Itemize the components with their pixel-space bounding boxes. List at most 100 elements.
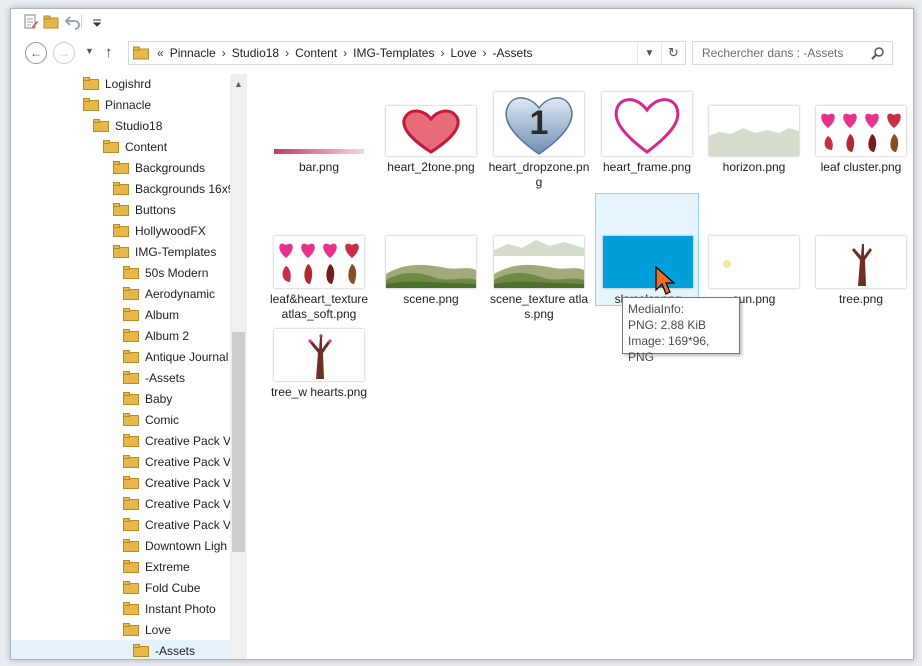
file-item-scene-atlas[interactable]: scene_texture atlas.png: [487, 212, 591, 340]
undo-icon[interactable]: [65, 14, 81, 30]
file-item-leaf-cluster[interactable]: leaf cluster.png: [809, 80, 913, 208]
chevron-right-icon[interactable]: ›: [343, 46, 347, 60]
tree-item[interactable]: Backgrounds 16x9: [113, 178, 234, 199]
tree-item[interactable]: HollywoodFX: [113, 220, 206, 241]
dropzone-number: 1: [530, 104, 549, 142]
folder-icon: [123, 413, 139, 426]
folder-icon: [83, 98, 99, 111]
tree-item[interactable]: Album: [123, 304, 179, 325]
file-item-heart-2tone[interactable]: heart_2tone.png: [379, 80, 483, 208]
file-name: horizon.png: [722, 160, 786, 174]
breadcrumb-item[interactable]: Content: [295, 46, 337, 60]
tree-item[interactable]: Love: [123, 619, 171, 640]
breadcrumb-item[interactable]: Studio18: [232, 46, 279, 60]
forward-button[interactable]: →: [53, 42, 75, 64]
file-thumbnail: [386, 92, 476, 156]
address-history-chevron-down-icon[interactable]: ▼: [637, 42, 661, 64]
nav-pane-scrollbar[interactable]: ▲: [230, 74, 247, 659]
file-name: heart_2tone.png: [387, 160, 475, 174]
refresh-icon[interactable]: ↻: [661, 42, 685, 64]
tree-item[interactable]: Content: [103, 136, 167, 157]
breadcrumb-item[interactable]: Love: [450, 46, 476, 60]
tree-item[interactable]: -Assets: [123, 367, 185, 388]
folder-icon: [123, 371, 139, 384]
tree-item-label: Creative Pack V: [145, 517, 232, 532]
tree-item[interactable]: Antique Journal: [123, 346, 228, 367]
tree-item[interactable]: Studio18: [93, 115, 162, 136]
chevron-right-icon[interactable]: ›: [483, 46, 487, 60]
tree-item[interactable]: Baby: [123, 388, 172, 409]
chevron-right-icon[interactable]: ›: [222, 46, 226, 60]
tree-item-label: Love: [145, 622, 172, 637]
file-name: scene_texture atlas.png: [489, 292, 589, 321]
up-arrow-icon[interactable]: ↑: [105, 44, 113, 61]
tree-item[interactable]: Fold Cube: [123, 577, 200, 598]
tree-item-label: Studio18: [115, 118, 163, 133]
folder-icon: [123, 560, 139, 573]
tree-item[interactable]: Creative Pack V: [123, 430, 231, 451]
new-folder-icon[interactable]: [43, 14, 59, 30]
tree-item-label: Album: [145, 307, 180, 322]
search-icon[interactable]: [871, 46, 885, 60]
tree-item[interactable]: Downtown Ligh: [123, 535, 227, 556]
file-item-horizon[interactable]: horizon.png: [702, 80, 806, 208]
toolbar-separator: [81, 15, 82, 29]
chevron-right-icon[interactable]: ›: [440, 46, 444, 60]
file-item-scene[interactable]: scene.png: [379, 212, 483, 340]
customize-toolbar-icon[interactable]: [89, 14, 105, 30]
recent-locations-chevron-down-icon[interactable]: ▼: [85, 46, 94, 56]
navigation-bar: ← → ▼ ↑ « Pinnacle › Studio18 › Content …: [11, 40, 913, 68]
file-item-heart-dropzone[interactable]: 1 heart_dropzone.png: [487, 80, 591, 208]
folder-icon: [113, 203, 129, 216]
file-item-bar[interactable]: bar.png: [267, 80, 371, 208]
scrollbar-thumb[interactable]: [232, 332, 245, 552]
file-thumbnail: 1: [494, 92, 584, 156]
tree-item[interactable]: Logishrd: [83, 73, 151, 94]
properties-icon[interactable]: [23, 14, 39, 30]
tree-item[interactable]: Creative Pack V: [123, 493, 231, 514]
tree-item[interactable]: Creative Pack V: [123, 472, 231, 493]
tree-item[interactable]: 50s Modern: [123, 262, 208, 283]
folder-icon: [113, 245, 129, 258]
breadcrumb-overflow-icon[interactable]: «: [157, 46, 164, 60]
folder-icon: [113, 182, 129, 195]
tree-item[interactable]: -Assets: [11, 640, 230, 659]
scroll-up-icon[interactable]: ▲: [230, 76, 247, 92]
folder-icon: [123, 476, 139, 489]
file-thumbnail: [274, 224, 364, 288]
file-item-tree[interactable]: tree.png: [809, 212, 913, 340]
tree-item[interactable]: Pinnacle: [83, 94, 151, 115]
tree-item[interactable]: Creative Pack V: [123, 451, 231, 472]
address-actions: ▼ ↻: [637, 42, 685, 64]
tree-item[interactable]: Album 2: [123, 325, 189, 346]
search-input[interactable]: Rechercher dans : -Assets: [692, 41, 893, 65]
tree-item-label: Creative Pack V: [145, 496, 232, 511]
breadcrumb-item[interactable]: Pinnacle: [170, 46, 216, 60]
tree-item[interactable]: Aerodynamic: [123, 283, 215, 304]
file-thumbnail: [816, 92, 906, 156]
breadcrumb-item[interactable]: IMG-Templates: [353, 46, 434, 60]
tree-item[interactable]: Instant Photo: [123, 598, 216, 619]
file-item-tree-w-hearts[interactable]: tree_w hearts.png: [267, 305, 371, 433]
tree-item-label: Album 2: [145, 328, 190, 343]
tree-item[interactable]: Extreme: [123, 556, 190, 577]
tree-item-label: Fold Cube: [145, 580, 201, 595]
tree-item[interactable]: Creative Pack V: [123, 514, 231, 535]
back-button[interactable]: ←: [25, 42, 47, 64]
arrow-left-icon: ←: [30, 46, 42, 60]
file-item-skycolor[interactable]: skycolor.png: [595, 193, 699, 306]
folder-icon: [123, 392, 139, 405]
tree-item[interactable]: Comic: [123, 409, 179, 430]
tree-item[interactable]: Backgrounds: [113, 157, 205, 178]
address-bar[interactable]: « Pinnacle › Studio18 › Content › IMG-Te…: [128, 41, 686, 65]
tree-item-label: Extreme: [145, 559, 190, 574]
tree-item[interactable]: Buttons: [113, 199, 176, 220]
tree-item[interactable]: IMG-Templates: [113, 241, 216, 262]
chevron-right-icon[interactable]: ›: [285, 46, 289, 60]
folder-icon: [123, 623, 139, 636]
folder-icon: [123, 329, 139, 342]
file-item-heart-frame[interactable]: heart_frame.png: [595, 80, 699, 208]
folder-icon: [123, 539, 139, 552]
file-thumbnail: [603, 224, 693, 288]
breadcrumb-item[interactable]: -Assets: [493, 46, 533, 60]
